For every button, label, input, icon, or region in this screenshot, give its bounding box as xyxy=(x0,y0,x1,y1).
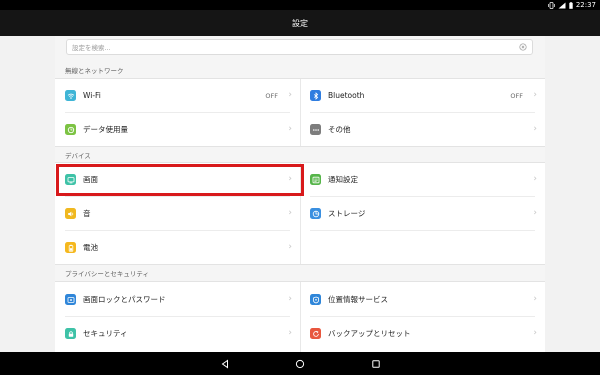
home-button[interactable] xyxy=(293,357,306,370)
setting-item-label: データ使用量 xyxy=(83,125,128,134)
setting-item-label: セキュリティ xyxy=(83,329,128,338)
search-icon[interactable] xyxy=(519,43,527,51)
section-header-network: 無線とネットワーク xyxy=(65,67,124,75)
bluetooth-status-value: OFF xyxy=(510,91,523,100)
wifi-icon xyxy=(65,90,76,101)
setting-item-label: 通知設定 xyxy=(328,175,358,184)
chevron-right-icon: › xyxy=(288,294,292,304)
setting-item-sound[interactable]: 音 › xyxy=(55,197,300,230)
highlight-box xyxy=(56,164,304,196)
back-icon[interactable] xyxy=(220,359,230,369)
lock-icon xyxy=(65,294,76,305)
chevron-right-icon: › xyxy=(288,242,292,252)
setting-item-label: Bluetooth xyxy=(328,91,365,100)
recents-button[interactable] xyxy=(369,357,382,370)
setting-item-label: 画面ロックとパスワード xyxy=(83,295,166,304)
home-icon[interactable] xyxy=(295,359,305,369)
page-title: 設定 xyxy=(292,18,308,28)
network-card: Wi-Fi OFF › Bluetooth OFF › データ使用量 › その他… xyxy=(55,78,545,147)
sound-icon xyxy=(65,208,76,219)
chevron-right-icon: › xyxy=(288,90,292,100)
signal-icon xyxy=(558,2,566,8)
recents-icon[interactable] xyxy=(371,359,381,369)
chevron-right-icon: › xyxy=(533,294,537,304)
setting-item-location[interactable]: 位置情報サービス › xyxy=(300,283,545,316)
chevron-right-icon: › xyxy=(288,208,292,218)
status-time: 22:37 xyxy=(575,1,596,9)
setting-item-security[interactable]: セキュリティ › xyxy=(55,317,300,350)
status-bar: 22:37 xyxy=(0,0,600,10)
storage-icon xyxy=(310,208,321,219)
chevron-right-icon: › xyxy=(533,208,537,218)
title-bar: 設定 xyxy=(0,10,600,36)
search-placeholder: 設定を検索... xyxy=(72,44,111,52)
chevron-right-icon: › xyxy=(533,124,537,134)
setting-item-more[interactable]: その他 › xyxy=(300,113,545,146)
setting-item-label: その他 xyxy=(328,125,351,134)
chevron-right-icon: › xyxy=(533,328,537,338)
vibrate-icon xyxy=(548,1,555,9)
battery-icon xyxy=(569,1,573,9)
wifi-status-value: OFF xyxy=(265,91,278,100)
status-icons: 22:37 xyxy=(548,1,596,9)
setting-item-storage[interactable]: ストレージ › xyxy=(300,197,545,230)
battery-icon xyxy=(65,242,76,253)
section-header-device: デバイス xyxy=(65,152,91,160)
setting-item-label: バックアップとリセット xyxy=(328,329,411,338)
setting-item-label: Wi-Fi xyxy=(83,91,101,100)
privacy-card: 画面ロックとパスワード › 位置情報サービス › セキュリティ › バックアップ… xyxy=(55,281,545,352)
setting-item-notifications[interactable]: 通知設定 › xyxy=(300,163,545,196)
back-button[interactable] xyxy=(218,357,231,370)
setting-item-bluetooth[interactable]: Bluetooth OFF › xyxy=(300,79,545,112)
setting-item-label: ストレージ xyxy=(328,209,366,218)
chevron-right-icon: › xyxy=(533,90,537,100)
row-divider xyxy=(310,230,535,231)
search-input[interactable]: 設定を検索... xyxy=(66,39,533,55)
chevron-right-icon: › xyxy=(288,124,292,134)
setting-item-label: 電池 xyxy=(83,243,98,252)
setting-item-screen-lock[interactable]: 画面ロックとパスワード › xyxy=(55,283,300,316)
backup-icon xyxy=(310,328,321,339)
setting-item-battery[interactable]: 電池 › xyxy=(55,231,300,264)
chevron-right-icon: › xyxy=(288,328,292,338)
location-icon xyxy=(310,294,321,305)
data-usage-icon xyxy=(65,124,76,135)
security-icon xyxy=(65,328,76,339)
setting-item-label: 音 xyxy=(83,209,91,218)
setting-item-wifi[interactable]: Wi-Fi OFF › xyxy=(55,79,300,112)
setting-item-label: 位置情報サービス xyxy=(328,295,388,304)
setting-item-data-usage[interactable]: データ使用量 › xyxy=(55,113,300,146)
section-header-privacy: プライバシーとセキュリティ xyxy=(65,270,149,278)
chevron-right-icon: › xyxy=(533,174,537,184)
navigation-bar xyxy=(0,352,600,375)
bluetooth-icon xyxy=(310,90,321,101)
notification-icon xyxy=(310,174,321,185)
more-icon xyxy=(310,124,321,135)
setting-item-backup-reset[interactable]: バックアップとリセット › xyxy=(300,317,545,350)
